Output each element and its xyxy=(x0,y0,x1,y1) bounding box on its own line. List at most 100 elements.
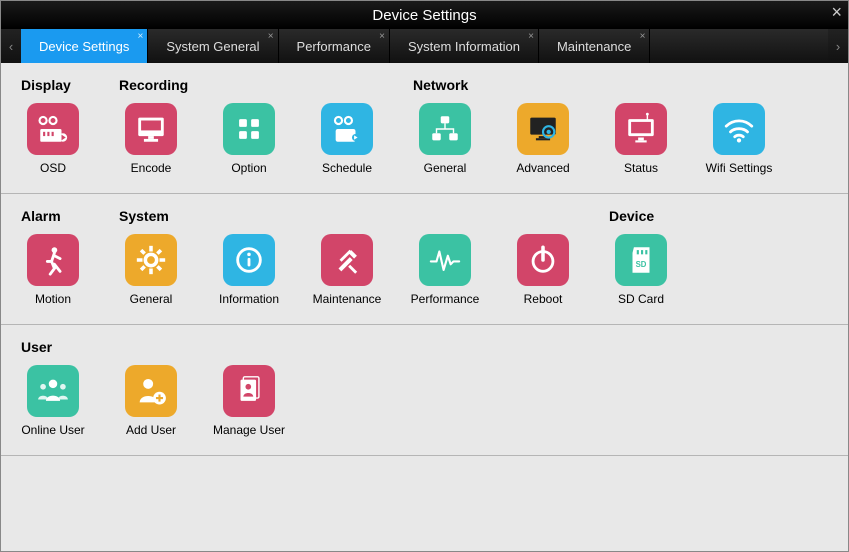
item-general[interactable]: General xyxy=(119,234,183,306)
tab-system-information[interactable]: System Information × xyxy=(390,29,539,63)
item-advanced[interactable]: Advanced xyxy=(511,103,575,175)
item-wifi-settings[interactable]: Wifi Settings xyxy=(707,103,771,175)
tab-label: Maintenance xyxy=(557,39,631,54)
add-user-icon xyxy=(125,365,177,417)
tab-close-icon[interactable]: × xyxy=(379,31,385,42)
items: Online User Add User Manage User xyxy=(21,365,281,437)
row: User Online User Add User Manage User xyxy=(1,325,848,456)
titlebar: Device Settings × xyxy=(1,1,848,29)
item-general[interactable]: General xyxy=(413,103,477,175)
group-label: Network xyxy=(413,77,771,93)
item-label: Encode xyxy=(131,161,172,175)
group-label: Device xyxy=(609,208,673,224)
item-information[interactable]: Information xyxy=(217,234,281,306)
tab-close-icon[interactable]: × xyxy=(640,31,646,42)
pulse-icon xyxy=(419,234,471,286)
item-label: Manage User xyxy=(213,423,285,437)
item-label: Advanced xyxy=(516,161,569,175)
status-icon xyxy=(615,103,667,155)
item-status[interactable]: Status xyxy=(609,103,673,175)
item-add-user[interactable]: Add User xyxy=(119,365,183,437)
item-label: Schedule xyxy=(322,161,372,175)
tab-scroll-left[interactable]: ‹ xyxy=(1,29,21,63)
users-icon xyxy=(27,365,79,417)
group-network: Network General Advanced Status Wifi Setting… xyxy=(413,77,771,175)
tab-close-icon[interactable]: × xyxy=(268,31,274,42)
gear-icon xyxy=(125,234,177,286)
tab-label: System Information xyxy=(408,39,520,54)
row: Alarm Motion System General Information Maint… xyxy=(1,194,848,325)
item-performance[interactable]: Performance xyxy=(413,234,477,306)
wifi-icon xyxy=(713,103,765,155)
group-label: Alarm xyxy=(21,208,85,224)
group-label: Display xyxy=(21,77,85,93)
items: Motion xyxy=(21,234,85,306)
tab-performance[interactable]: Performance × xyxy=(279,29,390,63)
tab-label: Performance xyxy=(297,39,371,54)
items: OSD xyxy=(21,103,85,175)
window-title: Device Settings xyxy=(372,7,476,24)
close-icon[interactable]: × xyxy=(831,2,842,23)
sd-icon: SD xyxy=(615,234,667,286)
tab-device-settings[interactable]: Device Settings × xyxy=(21,29,148,63)
encode-icon xyxy=(125,103,177,155)
group-label: System xyxy=(119,208,575,224)
item-label: Performance xyxy=(411,292,480,306)
tab-label: Device Settings xyxy=(39,39,129,54)
schedule-icon xyxy=(321,103,373,155)
tab-maintenance[interactable]: Maintenance × xyxy=(539,29,650,63)
tab-close-icon[interactable]: × xyxy=(137,31,143,42)
item-label: Maintenance xyxy=(313,292,382,306)
tab-system-general[interactable]: System General × xyxy=(148,29,278,63)
item-label: OSD xyxy=(40,161,66,175)
item-online-user[interactable]: Online User xyxy=(21,365,85,437)
item-sd-card[interactable]: SD SD Card xyxy=(609,234,673,306)
tab-label: System General xyxy=(166,39,259,54)
items: Encode Option Schedule xyxy=(119,103,379,175)
motion-icon xyxy=(27,234,79,286)
item-encode[interactable]: Encode xyxy=(119,103,183,175)
tools-icon xyxy=(321,234,373,286)
item-label: General xyxy=(424,161,467,175)
group-system: System General Information Maintenance Perfo… xyxy=(119,208,575,306)
item-label: General xyxy=(130,292,173,306)
group-device: Device SD SD Card xyxy=(609,208,673,306)
item-option[interactable]: Option xyxy=(217,103,281,175)
group-label: Recording xyxy=(119,77,379,93)
group-display: Display OSD xyxy=(21,77,85,175)
group-label: User xyxy=(21,339,281,355)
tab-scroll-right[interactable]: › xyxy=(828,29,848,63)
item-motion[interactable]: Motion xyxy=(21,234,85,306)
item-osd[interactable]: OSD xyxy=(21,103,85,175)
tab-close-icon[interactable]: × xyxy=(528,31,534,42)
items: SD SD Card xyxy=(609,234,673,306)
item-label: Information xyxy=(219,292,279,306)
power-icon xyxy=(517,234,569,286)
item-label: Online User xyxy=(21,423,84,437)
group-alarm: Alarm Motion xyxy=(21,208,85,306)
content-area: Display OSD Recording Encode Option Schedule N… xyxy=(1,63,848,551)
item-label: Add User xyxy=(126,423,176,437)
item-reboot[interactable]: Reboot xyxy=(511,234,575,306)
item-label: Wifi Settings xyxy=(706,161,773,175)
option-icon xyxy=(223,103,275,155)
row: Display OSD Recording Encode Option Schedule N… xyxy=(1,63,848,194)
group-recording: Recording Encode Option Schedule xyxy=(119,77,379,175)
group-user: User Online User Add User Manage User xyxy=(21,339,281,437)
item-schedule[interactable]: Schedule xyxy=(315,103,379,175)
net-advanced-icon xyxy=(517,103,569,155)
item-manage-user[interactable]: Manage User xyxy=(217,365,281,437)
item-label: Motion xyxy=(35,292,71,306)
item-label: Reboot xyxy=(524,292,563,306)
items: General Advanced Status Wifi Settings xyxy=(413,103,771,175)
svg-text:SD: SD xyxy=(636,260,647,269)
item-label: Status xyxy=(624,161,658,175)
tab-bar: ‹ Device Settings×System General×Perform… xyxy=(1,29,848,63)
items: General Information Maintenance Performance… xyxy=(119,234,575,306)
item-label: Option xyxy=(231,161,266,175)
info-icon xyxy=(223,234,275,286)
item-label: SD Card xyxy=(618,292,664,306)
osd-icon xyxy=(27,103,79,155)
item-maintenance[interactable]: Maintenance xyxy=(315,234,379,306)
net-general-icon xyxy=(419,103,471,155)
